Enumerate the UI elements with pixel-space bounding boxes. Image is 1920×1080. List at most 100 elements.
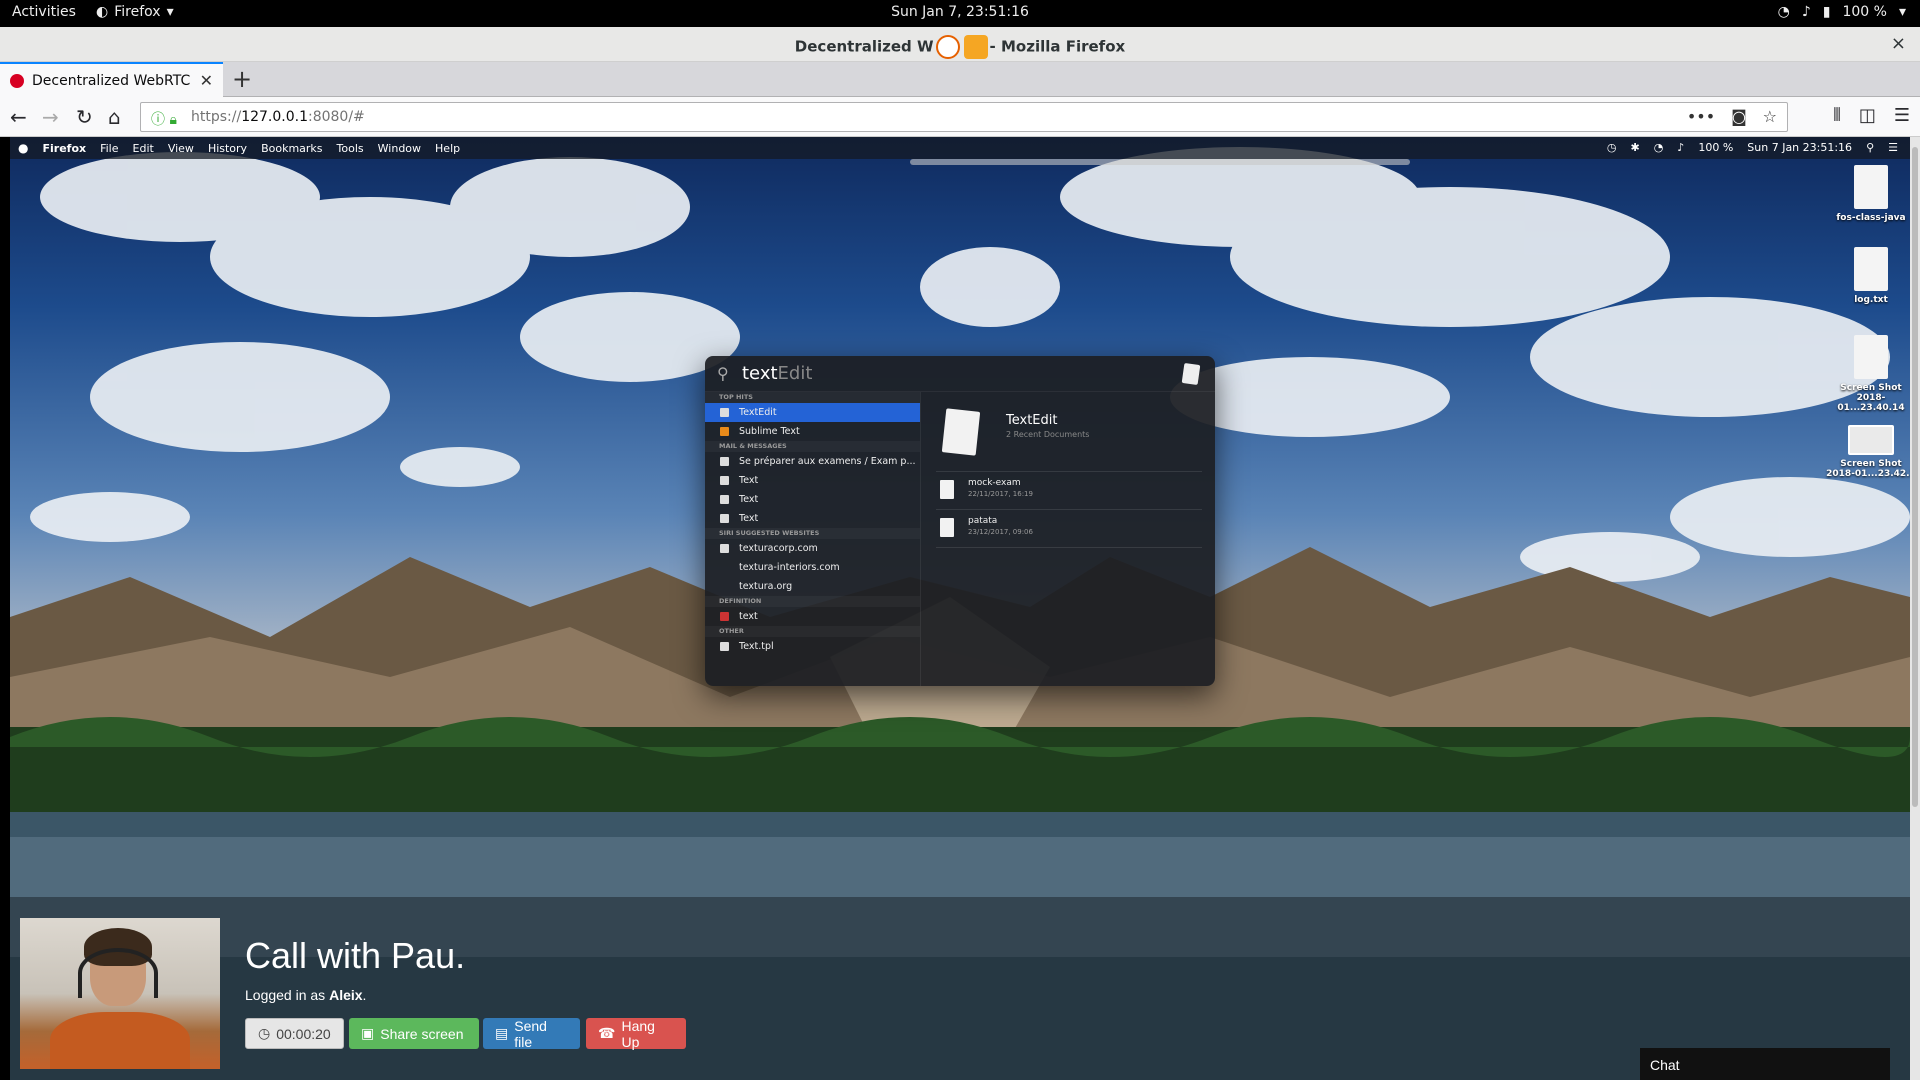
reload-button[interactable]: ↻ <box>76 105 93 129</box>
tab-active[interactable]: Decentralized WebRTC ✕ <box>0 62 223 97</box>
document-icon <box>720 642 729 651</box>
back-button[interactable]: ← <box>10 105 27 129</box>
divider <box>936 509 1202 510</box>
camera-icon <box>963 35 988 59</box>
gnome-top-bar: Activities ◐ Firefox ▾ Sun Jan 7, 23:51:16… <box>0 0 1920 27</box>
mac-menu-help[interactable]: Help <box>435 142 460 155</box>
navigation-toolbar: ← → ↻ ⌂ ⓘ 🔒︎ https://127.0.0.1:8080/# ••… <box>0 97 1920 137</box>
send-file-label: Send file <box>514 1017 547 1050</box>
mac-menu-tools[interactable]: Tools <box>337 142 364 155</box>
tab-favicon <box>10 73 24 88</box>
library-icon[interactable]: ⫴ <box>1833 105 1841 126</box>
close-window-button[interactable]: × <box>1891 33 1906 54</box>
clock-icon: ◷ <box>258 1025 271 1041</box>
tab-bar: Decentralized WebRTC ✕ + <box>0 62 1920 97</box>
hamburger-menu-icon[interactable]: ☰ <box>1894 105 1910 126</box>
recent-document-name: mock-exam <box>968 478 1021 488</box>
section-header: MAIL & MESSAGES <box>705 441 920 452</box>
bookmark-star-icon[interactable]: ☆ <box>1763 107 1777 126</box>
result-item: Text.tpl <box>705 637 920 656</box>
desktop-icon-file: Screen Shot 2018-01...23.40.14 <box>1826 335 1916 413</box>
call-timer: ◷ 00:00:20 <box>245 1018 344 1049</box>
result-item: Text <box>705 471 920 490</box>
result-item: Text <box>705 490 920 509</box>
result-item: textura-interiors.com <box>705 558 920 577</box>
battery-label: 100 % <box>1842 4 1887 20</box>
textedit-icon <box>720 408 729 417</box>
share-screen-button[interactable]: ▣ Share screen <box>349 1018 479 1049</box>
result-item: Text <box>705 509 920 528</box>
mac-menu-view[interactable]: View <box>168 142 194 155</box>
spotlight-results: TOP HITS TextEdit Sublime Text MAIL & ME… <box>705 392 921 686</box>
mac-menu-edit[interactable]: Edit <box>133 142 154 155</box>
scrollbar-thumb[interactable] <box>1912 147 1918 807</box>
spotlight-search-bar: ⚲ textEdit <box>705 356 1215 392</box>
floppy-icon: ▤ <box>495 1025 509 1041</box>
spotlight-query: textEdit <box>742 363 812 384</box>
mail-icon <box>720 457 729 466</box>
mac-menu-bookmarks[interactable]: Bookmarks <box>261 142 322 155</box>
mac-menu-window[interactable]: Window <box>378 142 421 155</box>
recent-document-name: patata <box>968 516 998 526</box>
pocket-icon[interactable]: ◙ <box>1731 107 1747 126</box>
send-file-button[interactable]: ▤ Send file <box>483 1017 580 1050</box>
url-text[interactable]: https://127.0.0.1:8080/# <box>191 109 365 125</box>
system-status[interactable]: ◔ ♪ ▮ 100 % ▾ <box>1778 4 1906 20</box>
query-completion: Edit <box>777 363 813 384</box>
shared-screen-scrollbar <box>910 159 1410 165</box>
result-label: textura-interiors.com <box>739 562 840 573</box>
chat-panel-toggle[interactable]: Chat <box>1640 1048 1890 1080</box>
clock[interactable]: Sun Jan 7, 23:51:16 <box>0 4 1920 20</box>
mac-menu-history[interactable]: History <box>208 142 247 155</box>
result-label: Text <box>739 513 759 524</box>
url-bar[interactable]: ⓘ 🔒︎ https://127.0.0.1:8080/# ••• ◙ ☆ <box>140 102 1788 132</box>
logged-prefix: Logged in as <box>245 987 330 1003</box>
wifi-icon: ◔ <box>1653 141 1664 154</box>
textedit-icon <box>1181 362 1201 386</box>
screenshot-icon <box>1848 425 1894 455</box>
divider <box>936 547 1202 548</box>
mac-menu-firefox[interactable]: Firefox <box>42 142 86 155</box>
chevron-down-icon: ▾ <box>1898 4 1906 20</box>
window-title-bar: Decentralized W - Mozilla Firefox × <box>0 27 1920 62</box>
spotlight-preview: TextEdit 2 Recent Documents mock-exam 22… <box>922 392 1215 686</box>
result-item: Sublime Text <box>705 422 920 441</box>
result-label: text <box>739 611 758 622</box>
call-title: Call with Pau. <box>245 935 466 976</box>
result-item: text <box>705 607 920 626</box>
sidebar-icon[interactable]: ◫ <box>1859 105 1876 126</box>
result-label: TextEdit <box>739 407 777 418</box>
preview-subtitle: 2 Recent Documents <box>1006 430 1090 439</box>
result-label: textura.org <box>739 581 793 592</box>
result-label: Sublime Text <box>739 426 800 437</box>
divider <box>936 471 1202 472</box>
desktop-icon-file: log.txt <box>1826 247 1916 305</box>
preview-title: TextEdit <box>1006 413 1058 428</box>
share-screen-label: Share screen <box>380 1025 464 1042</box>
apple-icon[interactable]: ● <box>18 141 28 155</box>
logged-in-text: Logged in as Aleix. <box>245 987 366 1003</box>
recent-document-date: 23/12/2017, 09:06 <box>968 528 1033 536</box>
page-actions-icon[interactable]: ••• <box>1687 107 1715 126</box>
tab-label: Decentralized WebRTC <box>32 72 191 89</box>
section-header: OTHER <box>705 626 920 637</box>
website-icon <box>720 544 729 553</box>
desktop-icon-file: fos-class-java <box>1826 165 1916 223</box>
forward-button[interactable]: → <box>42 105 59 129</box>
close-tab-icon[interactable]: ✕ <box>200 71 213 90</box>
page-scrollbar[interactable] <box>1910 137 1920 1080</box>
mac-battery-label: 100 % <box>1698 141 1734 154</box>
section-header: TOP HITS <box>705 392 920 403</box>
dictionary-icon <box>720 612 729 621</box>
mac-menu-file[interactable]: File <box>100 142 118 155</box>
section-header: DEFINITION <box>705 596 920 607</box>
result-item: textura.org <box>705 577 920 596</box>
new-tab-button[interactable]: + <box>232 65 252 93</box>
desktop-icon-file: Screen Shot 2018-01...23.42.2 <box>1826 425 1916 479</box>
home-button[interactable]: ⌂ <box>108 105 121 129</box>
hang-up-button[interactable]: ☎ Hang Up <box>586 1018 686 1050</box>
lock-icon[interactable]: ⓘ 🔒︎ <box>151 109 177 129</box>
desktop-icon-label: Screen Shot 2018-01...23.40.14 <box>1837 383 1905 413</box>
recent-document-date: 22/11/2017, 16:19 <box>968 490 1033 498</box>
monitor-icon: ▣ <box>361 1025 375 1041</box>
